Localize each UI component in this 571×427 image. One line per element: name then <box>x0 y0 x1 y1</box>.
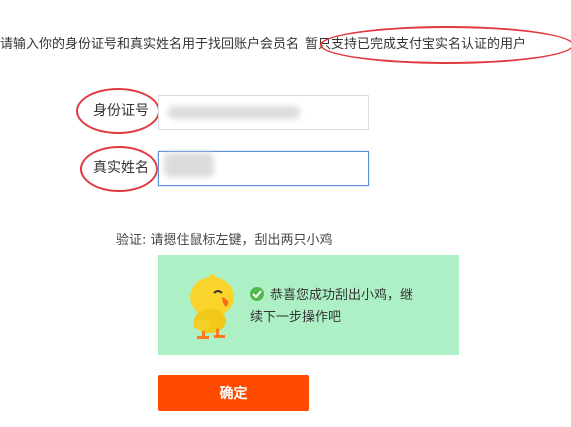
chick-icon <box>190 273 234 339</box>
id-number-redacted <box>168 106 300 119</box>
real-name-redacted <box>164 153 214 177</box>
check-circle-icon <box>250 287 264 301</box>
success-line-1: 恭喜您成功刮出小鸡，继 <box>270 288 414 303</box>
annotation-ellipse-id <box>76 88 160 134</box>
success-line-2: 续下一步操作吧 <box>250 310 342 325</box>
confirm-button[interactable]: 确定 <box>158 375 309 411</box>
success-message: 恭喜您成功刮出小鸡，继 续下一步操作吧 <box>250 285 440 329</box>
notice-main: 请输入你的身份证号和真实姓名用于找回账户会员名 <box>0 37 300 52</box>
verify-row: 验证: 请摁住鼠标左键，刮出两只小鸡 <box>116 231 333 251</box>
verify-instruction: 请摁住鼠标左键，刮出两只小鸡 <box>150 233 333 248</box>
annotation-ellipse-notice <box>320 26 571 64</box>
annotation-ellipse-name <box>80 146 158 192</box>
scratch-captcha[interactable]: 恭喜您成功刮出小鸡，继 续下一步操作吧 <box>158 255 459 355</box>
verify-label: 验证: <box>116 233 147 248</box>
